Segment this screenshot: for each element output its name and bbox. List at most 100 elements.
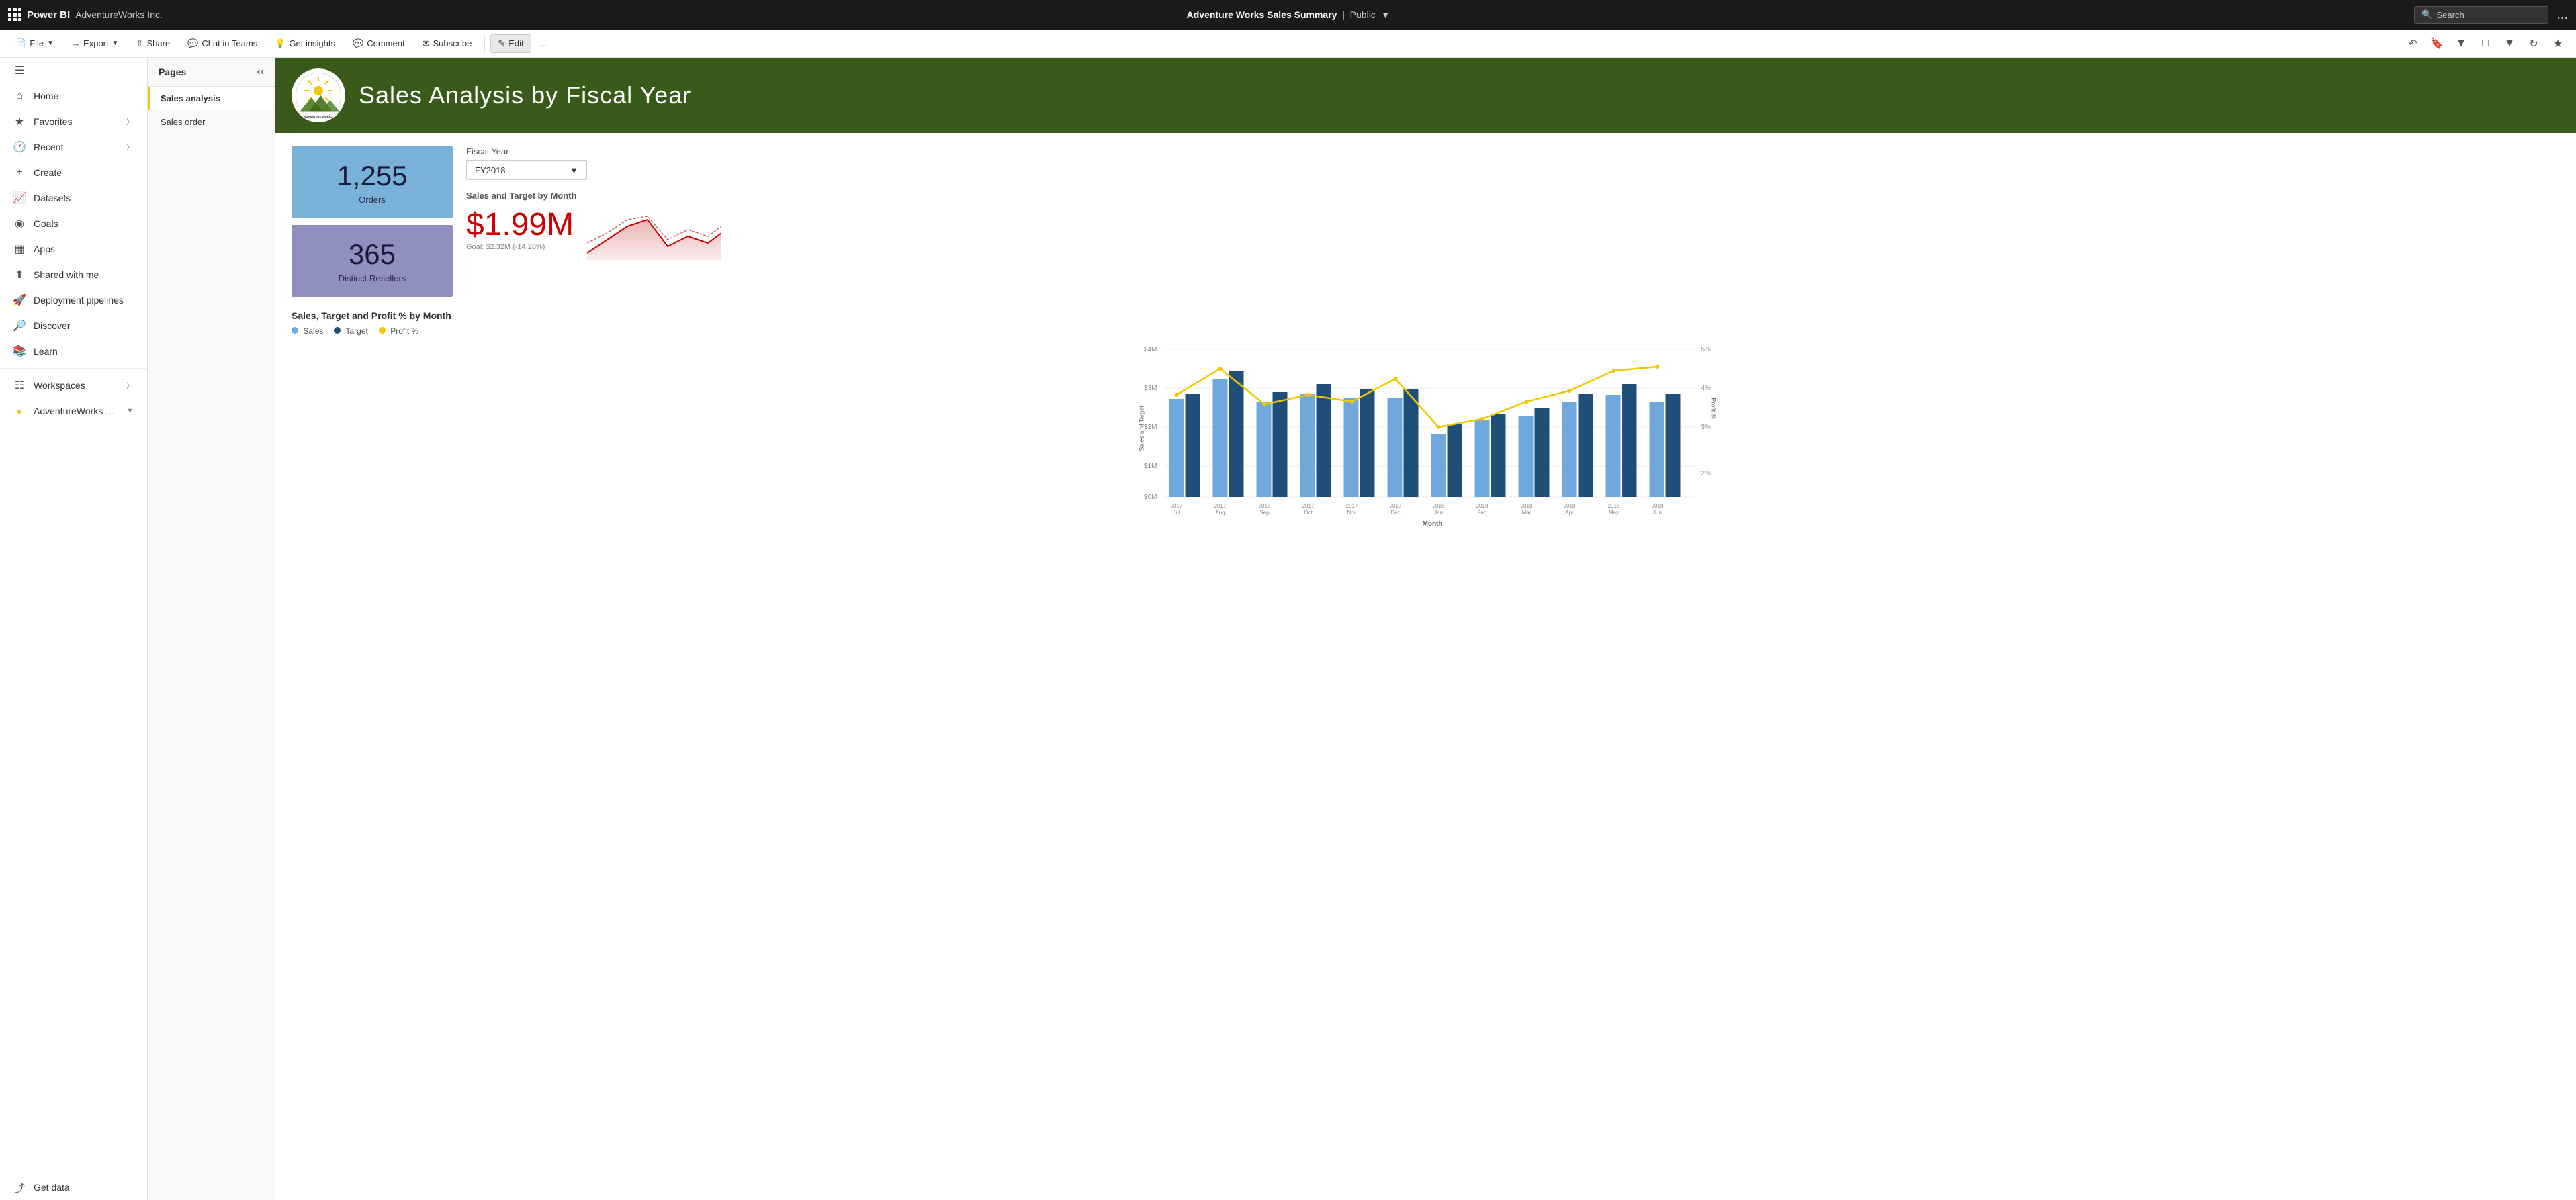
chat-button[interactable]: 💬 Chat in Teams	[180, 34, 265, 53]
bar-sales-8[interactable]	[1519, 416, 1534, 497]
bar-target-6[interactable]	[1448, 424, 1462, 497]
fit-page-button[interactable]: □	[2475, 34, 2495, 54]
sidebar-item-recent[interactable]: 🕐 Recent 〉	[0, 134, 147, 160]
sidebar-item-goals[interactable]: ◉ Goals	[0, 211, 147, 236]
waffle-icon[interactable]	[8, 8, 21, 21]
bar-target-9[interactable]	[1579, 394, 1593, 497]
svg-text:Jun: Jun	[1653, 510, 1662, 516]
sidebar-item-adventureworks[interactable]: ● AdventureWorks ... ▼	[0, 398, 147, 424]
sidebar-item-learn[interactable]: 📚 Learn	[0, 338, 147, 364]
bar-target-1[interactable]	[1229, 371, 1244, 497]
profit-dot-4	[1350, 400, 1354, 404]
undo-button[interactable]: ↶	[2403, 34, 2423, 54]
resellers-value: 365	[349, 238, 396, 271]
bar-sales-7[interactable]	[1475, 420, 1490, 497]
dropdown-chevron-icon: ▼	[570, 165, 578, 175]
bar-sales-10[interactable]	[1606, 395, 1621, 497]
bar-target-11[interactable]	[1666, 394, 1681, 497]
bar-sales-0[interactable]	[1169, 399, 1184, 497]
sidebar-item-discover[interactable]: 🔎 Discover	[0, 313, 147, 338]
sidebar-item-home[interactable]: ⌂ Home	[0, 83, 147, 109]
sidebar-discover-label: Discover	[34, 320, 70, 331]
svg-text:Jul: Jul	[1173, 510, 1180, 516]
recent-icon: 🕐	[13, 141, 26, 153]
export-chevron-icon: ▼	[112, 40, 119, 47]
bar-sales-9[interactable]	[1562, 402, 1577, 497]
sales-value: $1.99M	[466, 206, 574, 243]
sidebar-item-hamburger[interactable]: ☰	[0, 58, 147, 83]
sidebar-item-getdata[interactable]: ⤴ Get data	[0, 1174, 147, 1200]
bar-target-4[interactable]	[1360, 389, 1375, 497]
bar-sales-3[interactable]	[1300, 394, 1315, 497]
bar-sales-1[interactable]	[1213, 379, 1228, 497]
refresh-button[interactable]: ↻	[2524, 34, 2544, 54]
fiscal-year-dropdown[interactable]: FY2018 ▼	[466, 160, 587, 180]
more-options-button[interactable]: ...	[2557, 7, 2568, 23]
svg-text:Aug: Aug	[1215, 510, 1225, 516]
sales-target-values: $1.99M Goal: $2.32M (-14.28%)	[466, 206, 574, 251]
chevron-down-icon[interactable]: ▼	[1381, 9, 1390, 20]
insights-button[interactable]: 💡 Get insights	[267, 34, 343, 53]
kpi-cards: 1,255 Orders 365 Distinct Resellers	[292, 146, 453, 297]
profit-legend-dot	[379, 327, 386, 334]
svg-text:$3M: $3M	[1144, 385, 1157, 392]
search-box[interactable]: 🔍 Search	[2414, 6, 2548, 24]
subscribe-button[interactable]: ✉ Subscribe	[415, 34, 480, 53]
collapse-pages-button[interactable]: ‹‹	[257, 66, 264, 78]
edit-icon: ✎	[498, 38, 505, 49]
bar-target-10[interactable]	[1622, 384, 1637, 497]
chevron-right-icon: 〉	[126, 116, 134, 127]
export-icon: →	[71, 38, 80, 48]
sidebar-item-favorites[interactable]: ★ Favorites 〉	[0, 109, 147, 134]
share-icon: ⇧	[136, 38, 144, 49]
favorite-button[interactable]: ★	[2548, 34, 2568, 54]
bar-sales-5[interactable]	[1388, 398, 1403, 497]
sidebar-item-datasets[interactable]: 📈 Datasets	[0, 185, 147, 211]
comment-button[interactable]: 💬 Comment	[345, 34, 412, 53]
bar-sales-6[interactable]	[1431, 434, 1446, 497]
sidebar-item-shared[interactable]: ⬆ Shared with me	[0, 262, 147, 287]
bar-sales-2[interactable]	[1257, 402, 1272, 497]
brand-name: Power BI	[27, 9, 70, 21]
sidebar-item-apps[interactable]: ▦ Apps	[0, 236, 147, 262]
svg-text:$4M: $4M	[1144, 346, 1157, 353]
bar-target-2[interactable]	[1273, 392, 1288, 497]
share-button[interactable]: ⇧ Share	[129, 34, 178, 53]
bookmark-button[interactable]: 🔖	[2427, 34, 2447, 54]
bar-target-7[interactable]	[1491, 414, 1506, 497]
export-button[interactable]: → Export ▼	[64, 34, 126, 52]
share-label: Share	[146, 38, 170, 48]
report-title-topbar: Adventure Works Sales Summary | Public ▼	[171, 9, 2406, 20]
apps-icon: ▦	[13, 243, 26, 255]
sales-legend-dot	[292, 327, 298, 334]
svg-text:Nov: Nov	[1347, 510, 1356, 516]
file-button[interactable]: 📄 File ▼	[8, 34, 61, 53]
report-logo: ADVENTURE WORKS	[292, 68, 345, 122]
sidebar-item-create[interactable]: + Create	[0, 160, 147, 185]
bar-target-8[interactable]	[1535, 408, 1550, 497]
datasets-icon: 📈	[13, 192, 26, 204]
deployment-icon: 🚀	[13, 294, 26, 306]
bar-sales-11[interactable]	[1650, 402, 1664, 497]
bar-target-3[interactable]	[1317, 384, 1331, 497]
sidebar-item-deployment[interactable]: 🚀 Deployment pipelines	[0, 287, 147, 313]
chevron-down-button[interactable]: ▼	[2451, 34, 2471, 54]
search-icon: 🔍	[2422, 9, 2432, 20]
export-label: Export	[83, 38, 109, 48]
sales-target-label: Sales and Target by Month	[466, 191, 2560, 201]
orders-kpi-card: 1,255 Orders	[292, 146, 453, 218]
edit-button[interactable]: ✎ Edit	[490, 34, 531, 53]
page-item-sales-order[interactable]: Sales order	[148, 110, 275, 134]
bar-target-0[interactable]	[1186, 394, 1200, 497]
bar-target-5[interactable]	[1404, 389, 1419, 497]
toolbar-more-button[interactable]: ...	[534, 34, 556, 52]
chevron-right-icon-3: 〉	[126, 380, 134, 391]
sales-target-section: Sales and Target by Month $1.99M Goal: $…	[466, 191, 2560, 260]
sidebar-item-workspaces[interactable]: ☷ Workspaces 〉	[0, 373, 147, 398]
resellers-label: Distinct Resellers	[339, 273, 406, 283]
page-item-sales-analysis[interactable]: Sales analysis	[148, 87, 275, 110]
sales-goal-text: Goal: $2.32M (-14.28%)	[466, 243, 574, 251]
fit-chevron-button[interactable]: ▼	[2499, 34, 2520, 54]
bar-sales-4[interactable]	[1344, 398, 1359, 497]
svg-text:2018: 2018	[1433, 503, 1445, 509]
